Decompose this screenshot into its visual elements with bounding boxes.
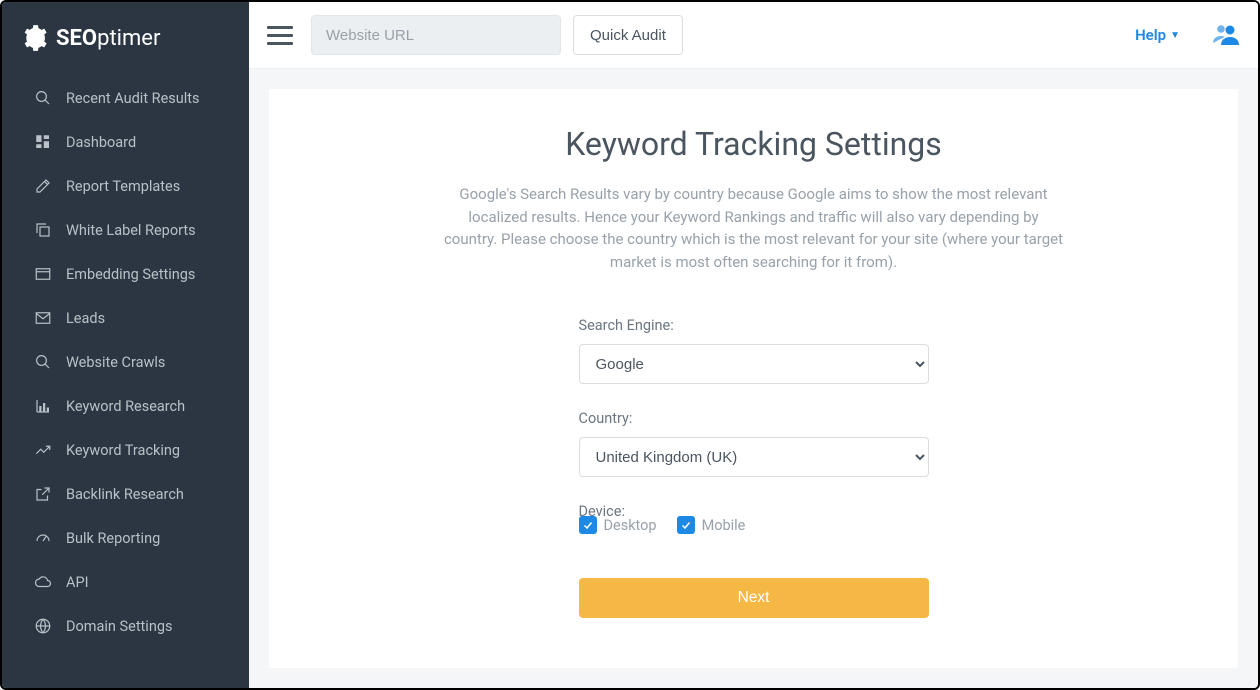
search-icon xyxy=(34,89,52,107)
sidebar-item-crawls[interactable]: Website Crawls xyxy=(2,340,249,384)
sidebar-item-backlink[interactable]: Backlink Research xyxy=(2,472,249,516)
device-desktop-option[interactable]: Desktop xyxy=(579,516,657,534)
sidebar-item-label: Leads xyxy=(66,310,105,327)
sidebar-item-domain[interactable]: Domain Settings xyxy=(2,604,249,648)
main: Quick Audit Help ▼ Keyword Tracking Sett… xyxy=(249,2,1258,688)
sidebar-item-label: Bulk Reporting xyxy=(66,530,160,547)
sidebar-item-keyword-research[interactable]: Keyword Research xyxy=(2,384,249,428)
edit-icon xyxy=(34,177,52,195)
page-title: Keyword Tracking Settings xyxy=(309,125,1198,163)
sidebar-item-embedding[interactable]: Embedding Settings xyxy=(2,252,249,296)
search-engine-select[interactable]: Google xyxy=(579,344,929,384)
device-mobile-label: Mobile xyxy=(702,517,746,534)
sidebar-item-leads[interactable]: Leads xyxy=(2,296,249,340)
sidebar-item-label: Dashboard xyxy=(66,134,136,151)
sidebar-item-bulk[interactable]: Bulk Reporting xyxy=(2,516,249,560)
page-description: Google's Search Results vary by country … xyxy=(444,183,1064,273)
form-area: Search Engine: Google Country: United Ki… xyxy=(579,317,929,618)
sidebar-item-report-templates[interactable]: Report Templates xyxy=(2,164,249,208)
topbar: Quick Audit Help ▼ xyxy=(249,2,1258,69)
country-select[interactable]: United Kingdom (UK) xyxy=(579,437,929,477)
content-area: Keyword Tracking Settings Google's Searc… xyxy=(249,69,1258,688)
sidebar-item-label: Website Crawls xyxy=(66,354,165,371)
checkbox-checked-icon xyxy=(677,516,695,534)
trend-icon xyxy=(34,441,52,459)
sidebar-item-label: Backlink Research xyxy=(66,486,184,503)
sidebar-item-label: Keyword Research xyxy=(66,398,185,415)
search-engine-label: Search Engine: xyxy=(579,317,929,334)
mail-icon xyxy=(34,309,52,327)
url-input[interactable] xyxy=(311,15,561,55)
sidebar-item-label: API xyxy=(66,574,89,591)
search-icon xyxy=(34,353,52,371)
cloud-icon xyxy=(34,573,52,591)
sidebar-item-dashboard[interactable]: Dashboard xyxy=(2,120,249,164)
app-frame: SEOptimer Recent Audit Results Dashboard… xyxy=(0,0,1260,690)
checkbox-checked-icon xyxy=(579,516,597,534)
embed-icon xyxy=(34,265,52,283)
sidebar-item-recent-audits[interactable]: Recent Audit Results xyxy=(2,76,249,120)
logo-text: SEOptimer xyxy=(56,26,160,51)
sidebar-item-api[interactable]: API xyxy=(2,560,249,604)
dashboard-icon xyxy=(34,133,52,151)
next-button[interactable]: Next xyxy=(579,578,929,618)
device-mobile-option[interactable]: Mobile xyxy=(677,516,746,534)
sidebar-item-label: Recent Audit Results xyxy=(66,90,200,107)
sidebar-item-label: Embedding Settings xyxy=(66,266,195,283)
sidebar-item-keyword-tracking[interactable]: Keyword Tracking xyxy=(2,428,249,472)
nav-list: Recent Audit Results Dashboard Report Te… xyxy=(2,76,249,648)
help-label: Help xyxy=(1135,26,1166,44)
copy-icon xyxy=(34,221,52,239)
settings-card: Keyword Tracking Settings Google's Searc… xyxy=(269,89,1238,668)
logo-icon xyxy=(20,24,48,52)
country-label: Country: xyxy=(579,410,929,427)
help-dropdown[interactable]: Help ▼ xyxy=(1135,26,1180,44)
gauge-icon xyxy=(34,529,52,547)
chevron-down-icon: ▼ xyxy=(1170,30,1180,41)
globe-icon xyxy=(34,617,52,635)
sidebar-item-label: White Label Reports xyxy=(66,222,196,239)
device-row: Desktop Mobile xyxy=(579,516,929,534)
device-desktop-label: Desktop xyxy=(604,517,657,534)
sidebar: SEOptimer Recent Audit Results Dashboard… xyxy=(2,2,249,688)
sidebar-item-label: Keyword Tracking xyxy=(66,442,180,459)
sidebar-item-label: Report Templates xyxy=(66,178,180,195)
quick-audit-button[interactable]: Quick Audit xyxy=(573,15,683,55)
external-link-icon xyxy=(34,485,52,503)
sidebar-item-label: Domain Settings xyxy=(66,618,172,635)
users-icon[interactable] xyxy=(1212,23,1240,47)
logo[interactable]: SEOptimer xyxy=(2,2,249,76)
hamburger-icon[interactable] xyxy=(267,22,293,48)
bar-chart-icon xyxy=(34,397,52,415)
sidebar-item-white-label[interactable]: White Label Reports xyxy=(2,208,249,252)
